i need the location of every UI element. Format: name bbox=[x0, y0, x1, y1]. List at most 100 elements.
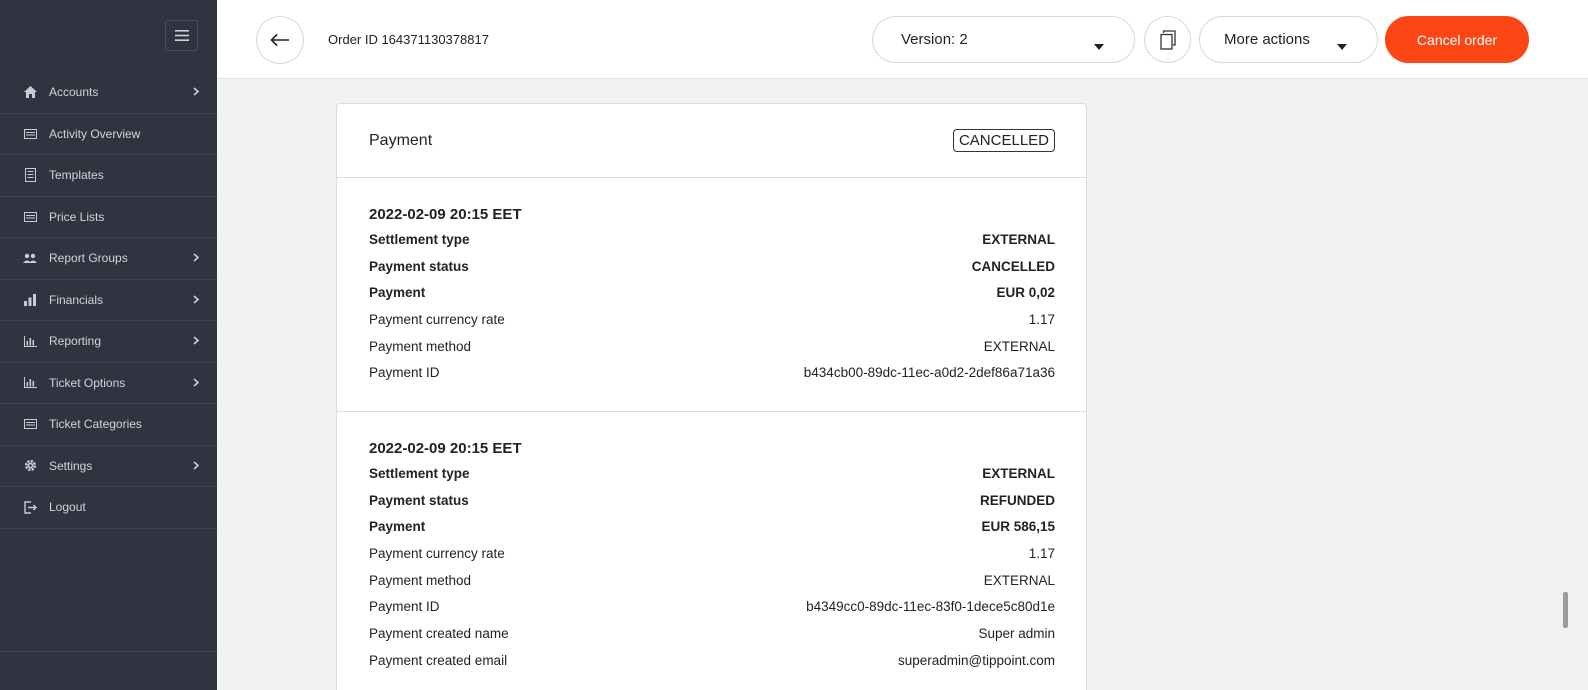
detail-row: Payment status REFUNDED bbox=[369, 487, 1055, 514]
sidebar-item-label: Logout bbox=[49, 500, 86, 515]
back-button[interactable] bbox=[256, 16, 304, 64]
payment-card: Payment CANCELLED 2022-02-09 20:15 EET S… bbox=[336, 103, 1087, 690]
sidebar-item-label: Report Groups bbox=[49, 251, 128, 266]
detail-value: superadmin@tippoint.com bbox=[897, 652, 1055, 668]
sidebar-item-ticket-options[interactable]: Ticket Options bbox=[0, 363, 217, 404]
payment-entry-date: 2022-02-09 20:15 EET bbox=[369, 440, 522, 457]
sidebar-item-label: Templates bbox=[49, 168, 104, 183]
detail-label: Settlement type bbox=[369, 231, 470, 247]
hamburger-icon bbox=[174, 30, 189, 41]
payment-entry: 2022-02-09 20:15 EET Settlement type EXT… bbox=[337, 178, 1086, 412]
payment-entry: 2022-02-09 20:15 EET Settlement type EXT… bbox=[337, 412, 1086, 674]
detail-value: 1.17 bbox=[1028, 545, 1055, 561]
detail-row: Settlement type EXTERNAL bbox=[369, 460, 1055, 487]
chevron-right-icon bbox=[193, 251, 200, 265]
detail-value: CANCELLED bbox=[971, 258, 1055, 274]
home-icon bbox=[23, 85, 37, 99]
payment-card-header: Payment CANCELLED bbox=[337, 104, 1086, 178]
order-id-label: Order ID 164371130378817 bbox=[328, 32, 489, 47]
detail-value: 1.17 bbox=[1028, 311, 1055, 327]
chevron-right-icon bbox=[193, 334, 200, 348]
list-icon bbox=[23, 210, 37, 224]
detail-row: Payment EUR 0,02 bbox=[369, 279, 1055, 306]
sidebar-item-logout[interactable]: Logout bbox=[0, 487, 217, 529]
sidebar-item-report-groups[interactable]: Report Groups bbox=[0, 238, 217, 280]
menu-toggle-button[interactable] bbox=[165, 20, 198, 51]
sidebar-item-label: Settings bbox=[49, 458, 93, 473]
chevron-right-icon bbox=[193, 376, 200, 390]
list-icon bbox=[23, 417, 37, 431]
cancel-order-button[interactable]: Cancel order bbox=[1385, 16, 1529, 63]
sidebar-item-price-lists[interactable]: Price Lists bbox=[0, 197, 217, 238]
detail-row: Payment created email superadmin@tippoin… bbox=[369, 647, 1055, 674]
detail-value: REFUNDED bbox=[979, 492, 1055, 508]
detail-label: Payment status bbox=[369, 258, 469, 274]
more-actions-label: More actions bbox=[1224, 31, 1310, 48]
sidebar-item-activity-overview[interactable]: Activity Overview bbox=[0, 114, 217, 155]
payment-entry-date: 2022-02-09 20:15 EET bbox=[369, 206, 522, 223]
detail-value: b434cb00-89dc-11ec-a0d2-2def86a71a36 bbox=[803, 365, 1055, 381]
status-badge: CANCELLED bbox=[952, 129, 1055, 152]
detail-row: Payment created name Super admin bbox=[369, 620, 1055, 647]
version-select-value: Version: 2 bbox=[901, 31, 968, 48]
sidebar-item-reporting[interactable]: Reporting bbox=[0, 321, 217, 363]
detail-row: Payment currency rate 1.17 bbox=[369, 540, 1055, 567]
sidebar-item-financials[interactable]: Financials bbox=[0, 280, 217, 321]
bar-chart-icon bbox=[23, 376, 37, 390]
sidebar-item-accounts[interactable]: Accounts bbox=[0, 72, 217, 114]
more-actions-button[interactable]: More actions bbox=[1199, 16, 1378, 63]
version-select[interactable]: Version: 2 bbox=[872, 16, 1135, 63]
sidebar-item-label: Ticket Options bbox=[49, 375, 126, 390]
copy-icon bbox=[1159, 29, 1176, 50]
detail-row: Payment currency rate 1.17 bbox=[369, 306, 1055, 333]
list-icon bbox=[23, 127, 37, 141]
detail-value: EUR 0,02 bbox=[996, 285, 1055, 301]
detail-label: Payment bbox=[369, 285, 426, 301]
sidebar-item-label: Reporting bbox=[49, 334, 102, 349]
sidebar-item-label: Activity Overview bbox=[49, 126, 141, 141]
chevron-right-icon bbox=[193, 293, 200, 307]
sidebar-item-label: Accounts bbox=[49, 85, 99, 100]
detail-row: Payment EUR 586,15 bbox=[369, 513, 1055, 540]
payment-title: Payment bbox=[369, 132, 433, 149]
detail-value: EXTERNAL bbox=[982, 231, 1055, 247]
detail-value: EUR 586,15 bbox=[981, 519, 1055, 535]
arrow-left-icon bbox=[270, 33, 289, 47]
sidebar: Accounts Activity Overview Templates Pri… bbox=[0, 0, 217, 690]
sidebar-item-label: Financials bbox=[49, 292, 104, 307]
caret-down-icon bbox=[1337, 37, 1347, 54]
detail-value: EXTERNAL bbox=[983, 572, 1055, 588]
sidebar-item-label: Price Lists bbox=[49, 209, 105, 224]
top-bar: Order ID 164371130378817 Version: 2 More… bbox=[217, 0, 1588, 79]
copy-button[interactable] bbox=[1144, 16, 1191, 63]
sidebar-item-templates[interactable]: Templates bbox=[0, 155, 217, 197]
chevron-right-icon bbox=[193, 459, 200, 473]
detail-value: EXTERNAL bbox=[982, 465, 1055, 481]
detail-label: Payment ID bbox=[369, 365, 440, 381]
sidebar-divider bbox=[0, 651, 217, 652]
detail-label: Payment ID bbox=[369, 599, 440, 615]
detail-label: Payment created email bbox=[369, 652, 508, 668]
sidebar-nav: Accounts Activity Overview Templates Pri… bbox=[0, 72, 217, 529]
logout-icon bbox=[23, 500, 37, 514]
chevron-right-icon bbox=[193, 85, 200, 99]
detail-label: Settlement type bbox=[369, 465, 470, 481]
detail-row: Payment method EXTERNAL bbox=[369, 333, 1055, 360]
document-icon bbox=[23, 168, 37, 183]
detail-label: Payment method bbox=[369, 572, 472, 588]
detail-value: EXTERNAL bbox=[983, 338, 1055, 354]
detail-row: Payment ID b4349cc0-89dc-11ec-83f0-1dece… bbox=[369, 593, 1055, 620]
scrollbar-thumb[interactable] bbox=[1563, 592, 1568, 628]
detail-label: Payment method bbox=[369, 338, 472, 354]
bar-chart-icon bbox=[23, 334, 37, 348]
sidebar-item-ticket-categories[interactable]: Ticket Categories bbox=[0, 404, 217, 446]
detail-label: Payment currency rate bbox=[369, 545, 505, 561]
users-icon bbox=[23, 251, 37, 265]
sidebar-item-settings[interactable]: Settings bbox=[0, 446, 217, 487]
gear-icon bbox=[23, 459, 37, 473]
detail-value: b4349cc0-89dc-11ec-83f0-1dece5c80d1e bbox=[806, 599, 1055, 615]
detail-value: Super admin bbox=[978, 625, 1055, 641]
detail-label: Payment created name bbox=[369, 625, 509, 641]
detail-row: Payment status CANCELLED bbox=[369, 253, 1055, 280]
detail-row: Payment method EXTERNAL bbox=[369, 567, 1055, 594]
